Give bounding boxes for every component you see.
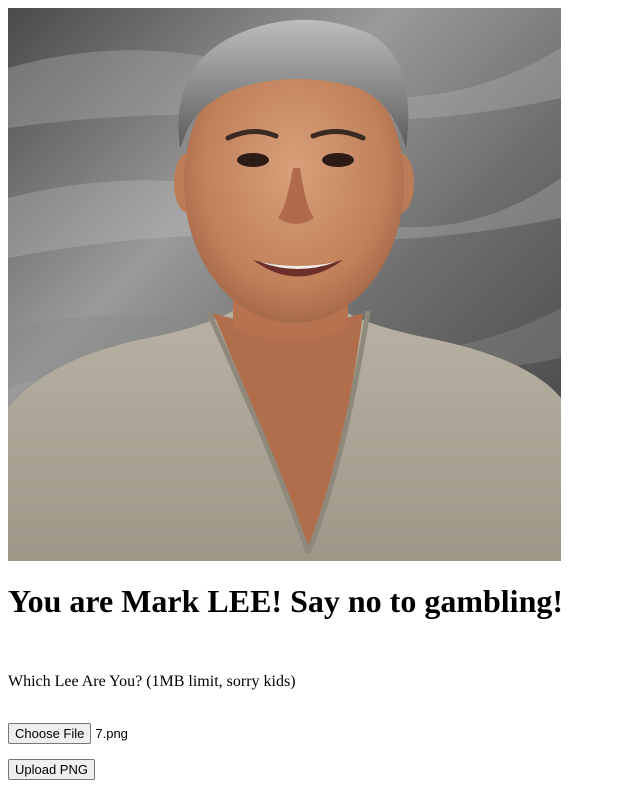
result-heading: You are Mark LEE! Say no to gambling! xyxy=(8,583,564,619)
upload-row: Upload PNG xyxy=(8,759,95,780)
selected-file-name: 7.png xyxy=(95,726,128,741)
result-photo xyxy=(8,8,561,561)
choose-file-button[interactable]: Choose File xyxy=(8,723,92,744)
file-input[interactable]: Choose File 7.png xyxy=(8,723,128,744)
upload-png-button[interactable]: Upload PNG xyxy=(8,759,95,780)
upload-prompt-text: Which Lee Are You? (1MB limit, sorry kid… xyxy=(8,673,296,690)
